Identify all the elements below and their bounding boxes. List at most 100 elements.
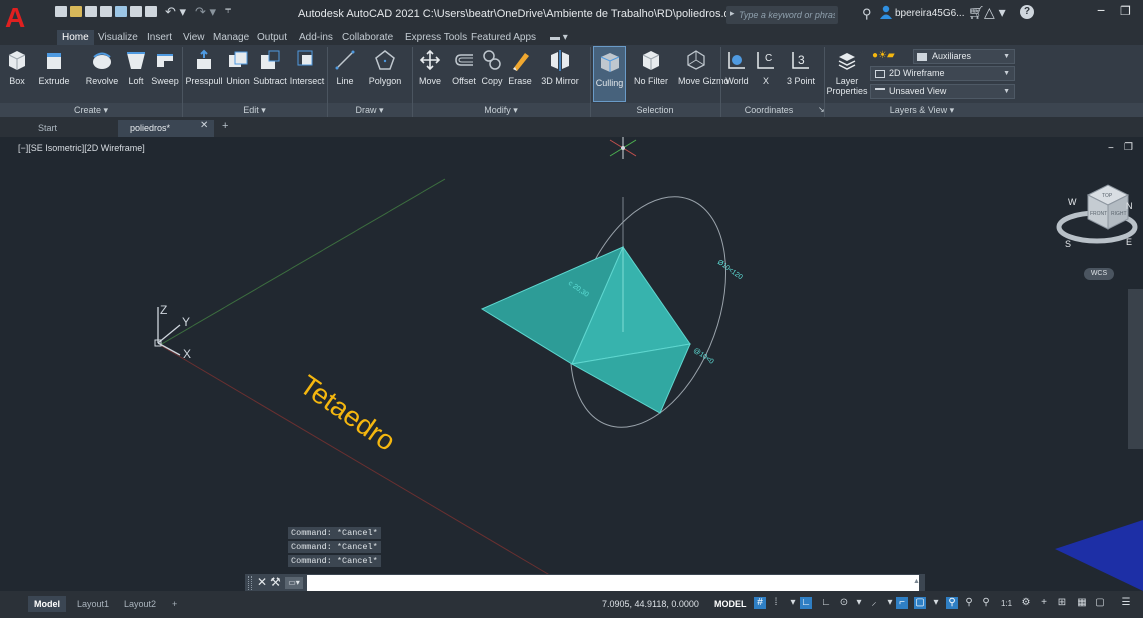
tab-manage[interactable]: Manage: [213, 30, 249, 45]
web-mobile-icon[interactable]: [115, 6, 127, 17]
new-tab-icon[interactable]: +: [222, 120, 228, 132]
snap-icon[interactable]: ⁞: [770, 597, 782, 609]
sweep-button[interactable]: Sweep: [150, 45, 180, 103]
3-point-ucs-button[interactable]: 3 3 Point: [784, 45, 818, 103]
x-ucs-button[interactable]: C X: [754, 45, 778, 103]
polar-icon[interactable]: ∟: [820, 597, 832, 609]
compass-w-label[interactable]: W: [1068, 197, 1077, 207]
tab-featured-apps[interactable]: Featured Apps: [471, 30, 536, 45]
no-filter-button[interactable]: No Filter: [631, 45, 671, 103]
tab-visualize[interactable]: Visualize: [98, 30, 138, 45]
3d-mirror-button[interactable]: 3D Mirror: [538, 45, 582, 103]
subtract-button[interactable]: Subtract: [252, 45, 288, 103]
save-as-icon[interactable]: [100, 6, 112, 17]
chevron-down-icon[interactable]: ▾: [853, 597, 865, 609]
visual-style-dropdown[interactable]: 2D Wireframe ▼: [870, 66, 1015, 81]
customize-qat-icon[interactable]: ⫧: [225, 4, 231, 17]
layer-dropdown[interactable]: Auxiliares ▼: [913, 49, 1015, 64]
annotation-visibility-icon[interactable]: ⚲: [946, 597, 958, 609]
tab-home[interactable]: Home: [57, 30, 94, 45]
copy-button[interactable]: Copy: [479, 45, 505, 103]
tab-insert[interactable]: Insert: [147, 30, 172, 45]
cursor-coordinates[interactable]: 7.0905, 44.9118, 0.0000: [602, 599, 699, 609]
gear-icon[interactable]: ⚙: [1020, 597, 1032, 609]
new-file-icon[interactable]: [55, 6, 67, 17]
undo-icon[interactable]: ↶ ▾: [165, 4, 186, 20]
compass-n-label[interactable]: N: [1126, 201, 1133, 211]
culling-button[interactable]: Culling: [593, 46, 626, 102]
customization-icon[interactable]: ☰: [1120, 597, 1132, 609]
a360-icon[interactable]: △ ▾: [984, 4, 1006, 21]
view-dropdown[interactable]: Unsaved View ▼: [870, 84, 1015, 99]
plot-icon[interactable]: [130, 6, 142, 17]
drawing-canvas[interactable]: c 20,30 Ø10<120 @10<0 Z Y X TOP FRONT RI…: [0, 137, 1143, 591]
add-layout-icon[interactable]: +: [172, 596, 177, 612]
print-icon[interactable]: [145, 6, 157, 17]
command-input[interactable]: [307, 575, 919, 591]
tab-view[interactable]: View: [183, 30, 205, 45]
tab-layout1[interactable]: Layout1: [77, 596, 109, 612]
save-icon[interactable]: [85, 6, 97, 17]
restore-icon[interactable]: ❐: [1120, 4, 1131, 18]
world-ucs-button[interactable]: World: [723, 45, 751, 103]
compass-e-label[interactable]: E: [1126, 237, 1132, 247]
isodraft-icon[interactable]: ⊙: [838, 597, 850, 609]
layers-view-panel-title[interactable]: Layers & View ▾: [824, 103, 1020, 117]
move-button[interactable]: Move: [416, 45, 444, 103]
viewcube[interactable]: TOP FRONT RIGHT W S E N: [1056, 184, 1138, 249]
offset-button[interactable]: Offset: [449, 45, 479, 103]
presspull-button[interactable]: Presspull: [184, 45, 224, 103]
user-icon[interactable]: [880, 5, 892, 19]
tab-start[interactable]: Start: [38, 120, 57, 137]
tab-express-tools[interactable]: Express Tools: [405, 30, 467, 45]
tab-model[interactable]: Model: [28, 596, 66, 612]
chevron-down-icon[interactable]: ▾: [930, 597, 942, 609]
command-history-expand-icon[interactable]: ▲: [913, 578, 920, 585]
create-panel-title[interactable]: Create ▾: [0, 103, 182, 117]
plus-icon[interactable]: +: [1038, 597, 1050, 609]
search-icon[interactable]: ⚲: [862, 6, 872, 22]
clean-screen-icon[interactable]: ▢: [1094, 597, 1106, 609]
object-snap-tracking-icon[interactable]: ⸝: [868, 597, 880, 609]
wcs-menu[interactable]: WCS: [1084, 268, 1114, 280]
compass-s-label[interactable]: S: [1065, 239, 1071, 249]
viewport-restore-icon[interactable]: ❐: [1124, 142, 1133, 153]
union-button[interactable]: Union: [224, 45, 252, 103]
loft-button[interactable]: Loft: [122, 45, 150, 103]
layer-state-icons[interactable]: ●☀▰: [872, 50, 895, 61]
tab-output[interactable]: Output: [257, 30, 287, 45]
command-line-grip[interactable]: [248, 576, 252, 590]
minimize-icon[interactable]: −: [1097, 2, 1105, 18]
erase-button[interactable]: Erase: [507, 45, 533, 103]
viewport-controls-label[interactable]: [−][SE Isometric][2D Wireframe]: [18, 143, 145, 153]
annotation-scale-value[interactable]: 1:1: [1001, 599, 1012, 608]
grid-icon[interactable]: #: [754, 597, 766, 609]
move-gizmo-button[interactable]: Move Gizmo: [678, 45, 729, 103]
search-box[interactable]: ▸: [726, 6, 838, 24]
hardware-acceleration-icon[interactable]: ▦: [1076, 597, 1088, 609]
annotation-scale-icon[interactable]: ⚲: [980, 597, 992, 609]
line-button[interactable]: Line: [333, 45, 357, 103]
intersect-button[interactable]: Intersect: [289, 45, 325, 103]
model-space-button[interactable]: MODEL: [714, 599, 747, 609]
tab-collaborate[interactable]: Collaborate: [342, 30, 393, 45]
polygon-button[interactable]: Polygon: [366, 45, 404, 103]
tab-add-ins[interactable]: Add-ins: [299, 30, 333, 45]
user-name[interactable]: bpereira45G6...: [895, 8, 965, 19]
2d-object-snap-icon[interactable]: ⌐: [896, 597, 908, 609]
open-file-icon[interactable]: [70, 6, 82, 17]
redo-icon[interactable]: ↷ ▾: [195, 4, 216, 20]
tab-layout2[interactable]: Layout2: [124, 596, 156, 612]
isolate-objects-icon[interactable]: ⊞: [1056, 597, 1068, 609]
close-icon[interactable]: ✕: [257, 575, 267, 589]
revolve-button[interactable]: Revolve: [82, 45, 122, 103]
customize-icon[interactable]: ⚒: [270, 575, 281, 589]
drawing-viewport[interactable]: c 20,30 Ø10<120 @10<0 Z Y X TOP FRONT RI…: [0, 137, 1143, 591]
help-icon[interactable]: ?: [1020, 5, 1034, 19]
search-expand-icon[interactable]: ▸: [730, 8, 735, 19]
navigation-bar[interactable]: [1128, 289, 1143, 449]
ribbon-options-icon[interactable]: ▬ ▾: [550, 30, 568, 45]
edit-panel-title[interactable]: Edit ▾: [182, 103, 327, 117]
layer-properties-button[interactable]: Layer Properties: [826, 45, 868, 103]
3d-object-snap-icon[interactable]: ▢: [914, 597, 926, 609]
